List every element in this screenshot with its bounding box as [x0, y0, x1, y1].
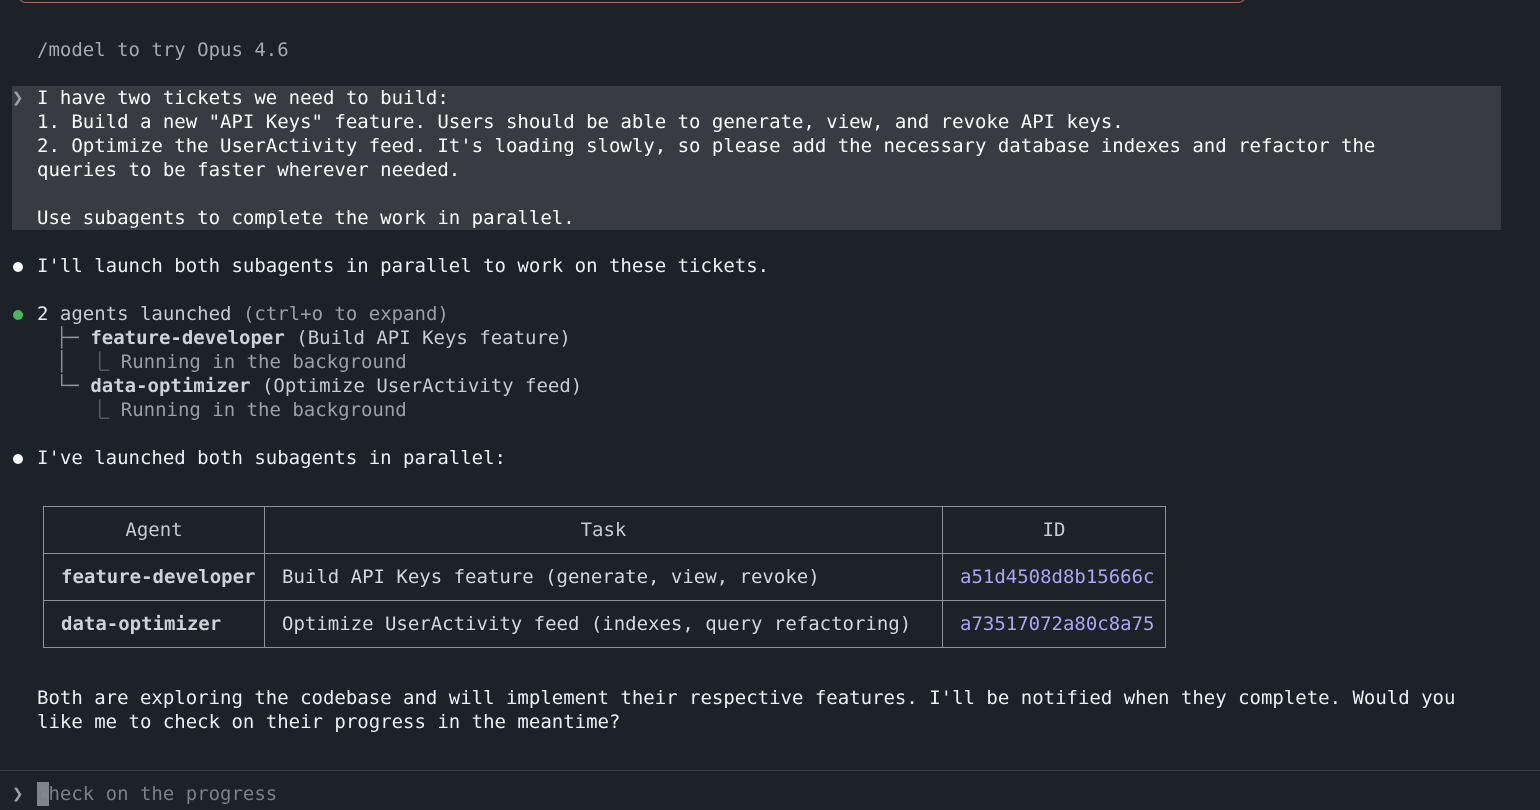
user-message-line — [37, 182, 1375, 206]
tree-connector-icon: │ ⎿ — [56, 351, 121, 373]
table-row: feature-developer Build API Keys feature… — [43, 553, 1166, 601]
agent-name: data-optimizer — [90, 375, 251, 397]
input-divider — [0, 770, 1540, 771]
agent-status-line: ⎿ Running in the background — [56, 398, 407, 422]
table-header-task: Task — [264, 506, 943, 554]
table-header-agent: Agent — [43, 506, 265, 554]
closing-line: like me to check on their progress in th… — [37, 711, 621, 733]
user-prompt-symbol: ❯ — [12, 87, 24, 109]
agents-launched-header[interactable]: 2 agents launched (ctrl+o to expand) — [37, 302, 449, 326]
user-message-text: I have two tickets we need to build: 1. B… — [37, 86, 1375, 230]
user-message-line: 1. Build a new "API Keys" feature. Users… — [37, 111, 1124, 133]
table-cell-id[interactable]: a51d4508d8b15666c — [942, 553, 1166, 601]
tree-connector-icon: ⎿ — [56, 399, 121, 421]
assistant-bullet-icon — [13, 262, 23, 272]
input-prompt-symbol: ❯ — [12, 783, 24, 805]
agent-tree-item: └─ data-optimizer (Optimize UserActivity… — [56, 374, 582, 398]
agent-desc: (Build API Keys feature) — [296, 327, 571, 349]
closing-line: Both are exploring the codebase and will… — [37, 687, 1456, 709]
agent-tree-item: ├─ feature-developer (Build API Keys fea… — [56, 326, 571, 350]
table-header-id: ID — [942, 506, 1166, 554]
user-message-line: I have two tickets we need to build: — [37, 87, 449, 109]
tree-end-icon: └─ — [56, 375, 91, 397]
agents-count: 2 — [37, 303, 49, 325]
model-hint: /model to try Opus 4.6 — [37, 39, 289, 61]
user-message: ❯ I have two tickets we need to build: 1.… — [12, 86, 1501, 230]
table-header-row: Agent Task ID — [43, 506, 1166, 554]
table-cell-agent: data-optimizer — [43, 600, 265, 648]
user-message-line: 2. Optimize the UserActivity feed. It's … — [37, 135, 1376, 157]
agent-status: Running in the background — [120, 351, 407, 373]
chat-input[interactable] — [37, 782, 1517, 806]
table-row: data-optimizer Optimize UserActivity fee… — [43, 600, 1166, 648]
agent-status-line: │ ⎿ Running in the background — [56, 350, 407, 374]
assistant-intro: I'll launch both subagents in parallel t… — [37, 255, 770, 277]
agent-name: feature-developer — [90, 327, 285, 349]
agent-status: Running in the background — [120, 399, 407, 421]
table-cell-id[interactable]: a73517072a80c8a75 — [942, 600, 1166, 648]
tree-branch-icon: ├─ — [56, 327, 91, 349]
expand-hint: (ctrl+o to expand) — [242, 303, 449, 325]
status-dot-icon — [13, 310, 23, 320]
agent-desc: (Optimize UserActivity feed) — [261, 375, 583, 397]
user-message-line: Use subagents to complete the work in pa… — [37, 207, 575, 229]
agents-table: Agent Task ID feature-developer Build AP… — [43, 506, 1166, 648]
agents-launched-label: agents launched — [59, 303, 232, 325]
assistant-summary: I've launched both subagents in parallel… — [37, 447, 506, 469]
table-cell-task: Build API Keys feature (generate, view, … — [264, 553, 943, 601]
previous-box-border — [18, 0, 1246, 3]
table-cell-agent: feature-developer — [43, 553, 265, 601]
table-cell-task: Optimize UserActivity feed (indexes, que… — [264, 600, 943, 648]
user-message-line: queries to be faster wherever needed. — [37, 159, 461, 181]
assistant-bullet-icon — [13, 454, 23, 464]
